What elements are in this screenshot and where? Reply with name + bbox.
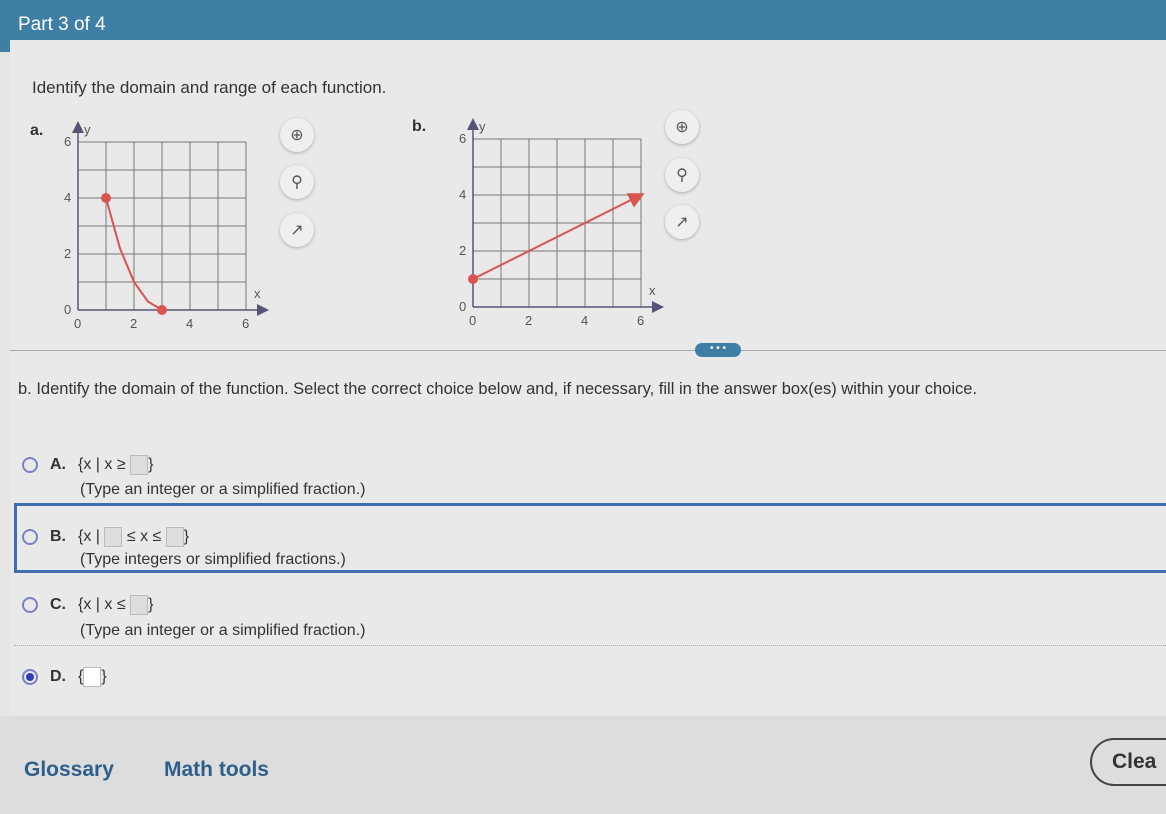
choice-letter: D. (50, 668, 66, 686)
popout-icon[interactable]: ↗ (280, 213, 314, 247)
question-text: Identify the domain and range of each fu… (32, 78, 387, 97)
glossary-link[interactable]: Glossary (24, 758, 114, 782)
hint-a: (Type an integer or a simplified fractio… (80, 481, 366, 498)
popout-icon[interactable]: ↗ (665, 205, 699, 239)
y-tick-label: 0 (64, 302, 71, 317)
set-notation: {x | x ≤ (78, 596, 126, 614)
y-tick-label: 2 (64, 246, 71, 261)
choice-b[interactable]: B. {x | ≤ x ≤ } (22, 527, 189, 547)
endpoint (101, 193, 111, 203)
choice-letter: A. (50, 456, 66, 474)
y-tick-label: 0 (459, 299, 466, 314)
x-tick-label: 2 (130, 316, 137, 331)
y-tick-label: 2 (459, 243, 466, 258)
y-tick-label: 4 (459, 187, 466, 202)
brace: } (101, 668, 107, 686)
answer-box[interactable] (130, 455, 149, 475)
radio-d[interactable] (22, 669, 38, 685)
y-axis-label: y (479, 119, 486, 134)
zoom-out-icon[interactable]: ⚲ (665, 158, 699, 192)
brace: } (148, 596, 154, 614)
x-tick-label: 6 (242, 316, 249, 331)
answer-box[interactable] (130, 595, 149, 615)
x-axis-label: x (649, 283, 656, 298)
answer-box[interactable] (165, 527, 184, 547)
zoom-out-icon[interactable]: ⚲ (280, 165, 314, 199)
x-tick-label: 2 (525, 313, 532, 328)
radio-a[interactable] (22, 457, 38, 473)
zoom-in-icon[interactable]: ⊕ (665, 110, 699, 144)
answer-box[interactable] (83, 667, 102, 687)
x-tick-label: 6 (637, 313, 644, 328)
radio-b[interactable] (22, 529, 38, 545)
set-notation: {x | (78, 528, 100, 546)
radio-c[interactable] (22, 597, 38, 613)
choice-a[interactable]: A. {x | x ≥ } (22, 455, 153, 475)
choice-letter: C. (50, 596, 66, 614)
part-indicator: Part 3 of 4 (18, 14, 106, 35)
divider (14, 645, 1166, 646)
y-tick-label: 4 (64, 190, 71, 205)
endpoint (157, 305, 167, 315)
clear-all-button[interactable]: Clea (1090, 738, 1166, 786)
graph-b-label: b. (412, 118, 427, 135)
brace: } (183, 528, 190, 546)
x-tick-label: 0 (469, 313, 476, 328)
x-tick-label: 4 (186, 316, 193, 331)
set-notation: {x | x ≥ (78, 456, 126, 474)
x-tick-label: 4 (581, 313, 588, 328)
choice-c[interactable]: C. {x | x ≤ } (22, 595, 153, 615)
brace: } (148, 456, 154, 474)
inequality: ≤ x ≤ (126, 528, 162, 546)
instruction: b. Identify the domain of the function. … (18, 380, 978, 398)
endpoint (468, 274, 478, 284)
more-button[interactable]: • • • (695, 343, 741, 357)
choice-letter: B. (50, 528, 66, 546)
zoom-in-icon[interactable]: ⊕ (280, 118, 314, 152)
y-axis-label: y (84, 122, 91, 137)
x-axis-label: x (254, 286, 261, 301)
y-tick-label: 6 (64, 134, 71, 149)
graph-b: x y 0 2 4 6 0 2 4 6 (459, 118, 664, 328)
hint-b: (Type integers or simplified fractions.) (80, 551, 346, 568)
y-tick-label: 6 (459, 131, 466, 146)
x-tick-label: 0 (74, 316, 81, 331)
graph-a: x y 0 2 4 6 0 2 4 6 (64, 121, 269, 331)
hint-c: (Type an integer or a simplified fractio… (80, 622, 366, 639)
choice-d[interactable]: D.{} (22, 667, 107, 687)
divider (10, 350, 1166, 351)
answer-box[interactable] (104, 527, 123, 547)
math-tools-link[interactable]: Math tools (164, 758, 269, 782)
